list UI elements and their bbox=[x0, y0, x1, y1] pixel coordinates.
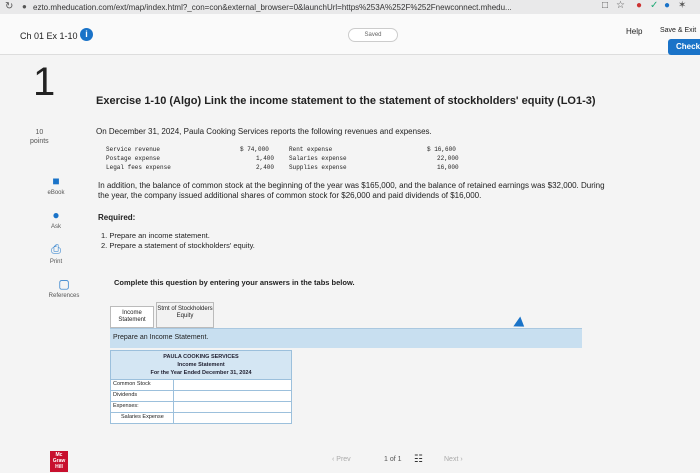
next-label: Next bbox=[444, 456, 459, 463]
star-icon[interactable]: ☆ bbox=[616, 0, 625, 11]
statement-name: Income Statement bbox=[177, 362, 225, 368]
document-icon: ▢ bbox=[58, 277, 70, 291]
statement-row[interactable]: Common Stock bbox=[111, 379, 291, 390]
data-row-label: Legal fees expense bbox=[106, 164, 171, 171]
printer-icon: ⎙ bbox=[51, 242, 61, 256]
book-icon: ■ bbox=[52, 174, 60, 188]
prev-button[interactable]: ‹ Prev bbox=[332, 456, 351, 463]
chapter-title: Ch 01 Ex 1-10 bbox=[20, 31, 78, 41]
statement-period: For the Year Ended December 31, 2024 bbox=[150, 370, 252, 376]
statement-row[interactable]: Dividends bbox=[111, 390, 291, 401]
tab-stockholders-equity[interactable]: Stmt of Stockholders Equity bbox=[156, 302, 214, 328]
required-item: 1. Prepare an income statement. bbox=[101, 231, 210, 240]
url-field[interactable]: ezto.mheducation.com/ext/map/index.html?… bbox=[33, 3, 512, 12]
required-label: Required: bbox=[98, 213, 136, 222]
data-row-value: $ 16,600 bbox=[427, 146, 456, 153]
amount-input[interactable] bbox=[173, 413, 291, 423]
saved-status: Saved bbox=[348, 28, 398, 42]
row-label: Salaries Expense bbox=[121, 414, 164, 420]
page-of: of bbox=[389, 456, 396, 463]
data-row-value: 16,000 bbox=[437, 164, 459, 171]
lock-icon: ● bbox=[22, 2, 27, 11]
required-item: 2. Prepare a statement of stockholders' … bbox=[101, 241, 255, 250]
print-label: Print bbox=[49, 259, 63, 265]
grid-icon[interactable]: ☷ bbox=[414, 454, 423, 465]
amount-input[interactable] bbox=[173, 402, 291, 412]
row-label: Expenses: bbox=[113, 403, 139, 409]
amount-input[interactable] bbox=[173, 380, 291, 390]
print-tool[interactable]: ⎙ Print bbox=[36, 242, 76, 265]
exercise-title: Exercise 1-10 (Algo) Link the income sta… bbox=[96, 95, 596, 107]
page-indicator: 1 of 1 bbox=[384, 456, 402, 463]
points-display: 10 points bbox=[30, 128, 49, 146]
share-icon[interactable]: □ bbox=[602, 0, 608, 11]
info-icon[interactable]: i bbox=[80, 28, 93, 41]
references-label: References bbox=[48, 293, 80, 299]
mcgraw-hill-logo: Mc Graw Hill bbox=[50, 451, 68, 472]
extension-check-icon[interactable]: ✓ bbox=[650, 0, 658, 11]
points-value: 10 bbox=[35, 129, 44, 136]
data-row-value: 2,400 bbox=[256, 164, 275, 171]
extension-puzzle-icon[interactable]: ✶ bbox=[678, 0, 686, 11]
complete-instruction: Complete this question by entering your … bbox=[114, 278, 355, 287]
chat-bubble-icon: ● bbox=[52, 208, 60, 222]
row-label: Dividends bbox=[113, 392, 138, 398]
tab-income-statement[interactable]: Income Statement bbox=[110, 306, 154, 328]
extension-icon[interactable]: ● bbox=[636, 0, 642, 11]
check-button[interactable]: Check bbox=[668, 39, 700, 55]
save-exit-button[interactable]: Save & Exit bbox=[660, 27, 696, 34]
app-header: Ch 01 Ex 1-10 i Saved Help Save & Exit bbox=[0, 14, 700, 55]
panel-instruction: Prepare an Income Statement. bbox=[113, 334, 209, 341]
ask-tool[interactable]: ● Ask bbox=[36, 208, 76, 230]
browser-address-bar: ↻ ● ezto.mheducation.com/ext/map/index.h… bbox=[0, 0, 700, 15]
next-button[interactable]: Next › bbox=[444, 456, 463, 463]
exercise-intro: On December 31, 2024, Paula Cooking Serv… bbox=[96, 127, 432, 136]
ask-label: Ask bbox=[50, 224, 61, 230]
data-row-label: Salaries expense bbox=[289, 155, 347, 162]
data-row-label: Rent expense bbox=[289, 146, 333, 153]
ebook-tool[interactable]: ■ eBook bbox=[36, 174, 76, 196]
references-tool[interactable]: ▢ References bbox=[42, 277, 86, 299]
data-row-value: $ 74,000 bbox=[240, 146, 269, 153]
exercise-paragraph: In addition, the balance of common stock… bbox=[98, 181, 605, 200]
page-total: 1 bbox=[397, 456, 402, 463]
income-statement-form: PAULA COOKING SERVICES Income Statement … bbox=[110, 350, 292, 424]
reload-icon[interactable]: ↻ bbox=[5, 1, 13, 12]
data-row-label: Postage expense bbox=[106, 155, 161, 162]
data-row-value: 1,400 bbox=[256, 155, 275, 162]
points-label: points bbox=[30, 138, 49, 145]
data-row-value: 22,000 bbox=[437, 155, 459, 162]
statement-row[interactable]: Salaries Expense bbox=[111, 412, 291, 423]
company-name: PAULA COOKING SERVICES bbox=[163, 354, 239, 360]
question-number: 1 bbox=[33, 60, 56, 104]
statement-row[interactable]: Expenses: bbox=[111, 401, 291, 412]
panel-instruction-bar: Prepare an Income Statement. bbox=[110, 328, 582, 348]
prev-label: Prev bbox=[336, 456, 351, 463]
extension-g-icon[interactable]: ● bbox=[664, 0, 670, 11]
amount-input[interactable] bbox=[173, 391, 291, 401]
data-row-label: Supplies expense bbox=[289, 164, 347, 171]
help-link[interactable]: Help bbox=[626, 27, 642, 36]
ebook-label: eBook bbox=[47, 190, 65, 196]
row-label: Common Stock bbox=[113, 381, 151, 387]
data-row-label: Service revenue bbox=[106, 146, 161, 153]
page-current: 1 bbox=[384, 456, 388, 463]
